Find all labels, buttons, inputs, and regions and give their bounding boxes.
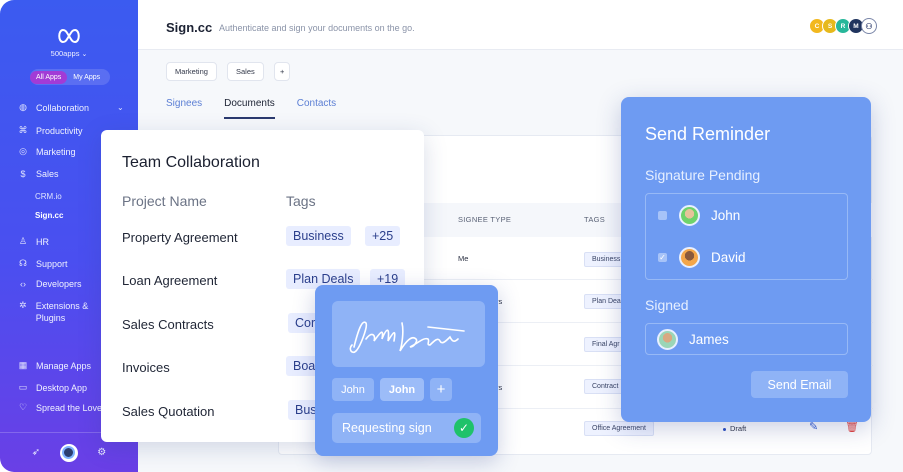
column-header-tags: TAGS xyxy=(584,215,606,224)
tab-documents[interactable]: Documents xyxy=(224,98,275,119)
list-item[interactable]: David xyxy=(679,247,746,268)
org-switcher[interactable]: 500apps ⌄ xyxy=(0,49,138,58)
gear-icon[interactable]: ⚙ xyxy=(97,447,106,458)
list-item: James xyxy=(657,329,729,350)
user-avatar[interactable] xyxy=(59,443,78,462)
signer-chip[interactable]: John xyxy=(332,378,374,401)
card-title: Team Collaboration xyxy=(122,154,260,171)
page-tagline: Authenticate and sign your documents on … xyxy=(219,23,415,33)
sidebar-item-productivity[interactable]: ⌘ Productivity xyxy=(18,125,83,136)
monitor-icon: ▭ xyxy=(18,382,28,392)
rocket-icon[interactable]: ➶ xyxy=(32,447,40,458)
sidebar-item-hr[interactable]: ♙ HR xyxy=(18,236,49,247)
signee-type-cell: Me xyxy=(458,254,469,263)
code-icon: ‹› xyxy=(20,279,26,289)
project-name: Loan Agreement xyxy=(122,273,218,288)
sidebar-item-desktop-app[interactable]: ▭ Desktop App xyxy=(18,382,87,393)
column-header-tags: Tags xyxy=(286,193,316,209)
all-apps-tab[interactable]: All Apps xyxy=(30,70,68,84)
tag-cell: Office Agreement xyxy=(584,421,654,436)
pending-label: Signature Pending xyxy=(645,167,761,183)
chevron-down-icon: ⌄ xyxy=(81,51,88,58)
headset-icon: ☊ xyxy=(19,258,27,268)
project-name: Sales Quotation xyxy=(122,404,215,419)
add-user-icon[interactable]: ⚇ xyxy=(861,18,877,34)
requesting-sign-label: Requesting sign xyxy=(342,421,432,435)
sidebar-item-sales[interactable]: $ Sales xyxy=(18,169,58,179)
chevron-down-icon[interactable]: ⌄ xyxy=(117,103,124,112)
target-icon: ◎ xyxy=(19,146,27,156)
column-header-signee-type: SIGNEE TYPE xyxy=(458,215,512,224)
requesting-sign-button[interactable]: Requesting sign ✓ xyxy=(332,413,481,443)
signature-pad[interactable] xyxy=(332,301,485,367)
avatar xyxy=(679,247,700,268)
checkbox-david[interactable]: ✓ xyxy=(658,253,667,262)
my-apps-tab[interactable]: My Apps xyxy=(67,71,106,84)
add-filter-button[interactable]: + xyxy=(274,62,291,81)
dollar-icon: $ xyxy=(20,169,26,179)
list-item[interactable]: John xyxy=(679,205,740,226)
apps-toggle: All Apps My Apps xyxy=(30,69,110,85)
pending-list xyxy=(645,193,848,280)
signature-card: John John + Requesting sign ✓ xyxy=(315,285,498,456)
filter-tag-marketing[interactable]: Marketing xyxy=(166,62,217,81)
sidebar-item-spread-love[interactable]: ♡ Spread the Love xyxy=(18,402,102,413)
sidebar-item-collaboration[interactable]: ◍ Collaboration xyxy=(18,102,89,113)
command-icon: ⌘ xyxy=(18,125,28,135)
project-tag: Business xyxy=(286,226,351,246)
org-name: 500apps xyxy=(50,49,80,58)
column-header-project: Project Name xyxy=(122,193,207,209)
sidebar-item-support[interactable]: ☊ Support xyxy=(18,258,68,269)
sidebar-item-marketing[interactable]: ◎ Marketing xyxy=(18,146,75,157)
check-icon: ✓ xyxy=(454,418,474,438)
avatar xyxy=(679,205,700,226)
checkbox-john[interactable] xyxy=(658,211,667,220)
globe-icon: ◍ xyxy=(19,102,27,112)
tab-contacts[interactable]: Contacts xyxy=(297,98,336,119)
grid-icon: ▦ xyxy=(18,360,28,370)
add-signer-button[interactable]: + xyxy=(430,378,452,401)
sidebar-item-developers[interactable]: ‹› Developers xyxy=(18,279,82,289)
send-reminder-card: Send Reminder Signature Pending John ✓ D… xyxy=(621,97,871,422)
team-avatars: C S R M ⚇ xyxy=(809,18,877,34)
page-title: Sign.cc xyxy=(166,20,213,35)
project-name: Property Agreement xyxy=(122,230,238,245)
tab-signees[interactable]: Signees xyxy=(166,98,202,119)
person-icon: ♙ xyxy=(18,236,28,246)
sidebar-subitem-crm[interactable]: CRM.io xyxy=(35,192,62,201)
project-name: Invoices xyxy=(122,360,170,375)
project-tag-count: +25 xyxy=(365,226,401,246)
status-badge: Draft xyxy=(723,424,746,433)
sidebar-subitem-signcc[interactable]: Sign.cc xyxy=(35,211,63,220)
signature-drawing-icon xyxy=(349,321,465,354)
project-name: Sales Contracts xyxy=(122,317,214,332)
filter-tag-sales[interactable]: Sales xyxy=(227,62,264,81)
infinity-logo-icon[interactable] xyxy=(56,28,82,44)
send-email-button[interactable]: Send Email xyxy=(751,371,848,398)
heart-icon: ♡ xyxy=(18,402,28,412)
top-bar: Sign.cc Authenticate and sign your docum… xyxy=(138,0,903,50)
tab-bar: Signees Documents Contacts xyxy=(166,98,336,119)
signer-chip[interactable]: John xyxy=(380,378,424,401)
card-title: Send Reminder xyxy=(645,124,771,144)
avatar xyxy=(657,329,678,350)
signed-label: Signed xyxy=(645,297,689,313)
sidebar-item-manage-apps[interactable]: ▦ Manage Apps xyxy=(18,360,91,371)
puzzle-icon: ✲ xyxy=(19,300,27,310)
